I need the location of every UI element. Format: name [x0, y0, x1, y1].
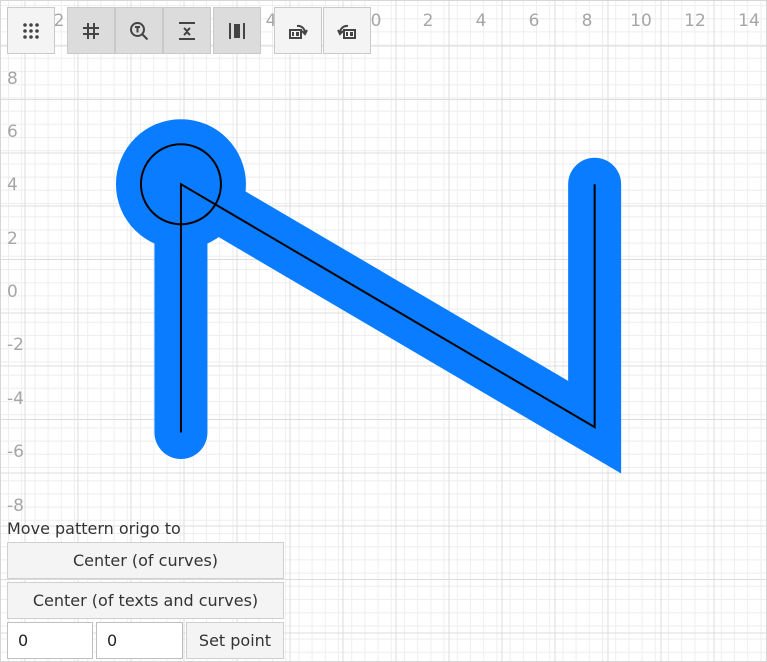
origin-section-label: Move pattern origo to	[7, 519, 181, 538]
y-tick-label: -6	[7, 442, 24, 462]
x-tick-label: 0	[371, 11, 382, 31]
columns-button[interactable]	[213, 7, 261, 54]
y-tick-label: 2	[7, 229, 18, 249]
dots-grid-button[interactable]	[7, 7, 55, 54]
x-tick-label: 2	[423, 11, 434, 31]
x-tick-label: 12	[684, 11, 706, 31]
rotate-left-button[interactable]	[274, 7, 322, 54]
x-tick-label: 2	[54, 11, 65, 31]
grid-button[interactable]	[67, 7, 115, 54]
center-texts-curves-button[interactable]: Center (of texts and curves)	[7, 582, 284, 619]
rotate-right-button[interactable]	[323, 7, 371, 54]
y-tick-label: 6	[7, 122, 18, 142]
zoom-text-button[interactable]	[115, 7, 163, 54]
fit-vertical-icon	[176, 20, 198, 42]
x-tick-label: 6	[529, 11, 540, 31]
origin-x-input[interactable]	[7, 622, 93, 659]
origin-y-input[interactable]	[96, 622, 183, 659]
y-tick-label: -4	[7, 389, 24, 409]
x-tick-label: 4	[476, 11, 487, 31]
fit-vertical-button[interactable]	[163, 7, 211, 54]
y-tick-label: 0	[7, 282, 18, 302]
rotate-left-icon	[287, 20, 309, 42]
y-tick-label: 8	[7, 69, 18, 89]
pattern-editor: 2 4 0 2 4 6 8 10 12 14 8 6 4 2 0 -2 -4 -6 -8 Move pattern…	[0, 0, 767, 662]
zoom-text-icon	[128, 20, 150, 42]
x-tick-label: 10	[630, 11, 652, 31]
x-tick-label: 8	[582, 11, 593, 31]
y-tick-label: 4	[7, 175, 18, 195]
columns-icon	[226, 20, 248, 42]
center-curves-button[interactable]: Center (of curves)	[7, 542, 284, 579]
rotate-right-icon	[336, 20, 358, 42]
y-tick-label: -2	[7, 335, 24, 355]
set-point-button[interactable]: Set point	[186, 622, 284, 659]
y-tick-label: -8	[7, 496, 24, 516]
x-tick-label: 14	[738, 11, 760, 31]
grid-icon	[80, 20, 102, 42]
dots-grid-icon	[20, 20, 42, 42]
